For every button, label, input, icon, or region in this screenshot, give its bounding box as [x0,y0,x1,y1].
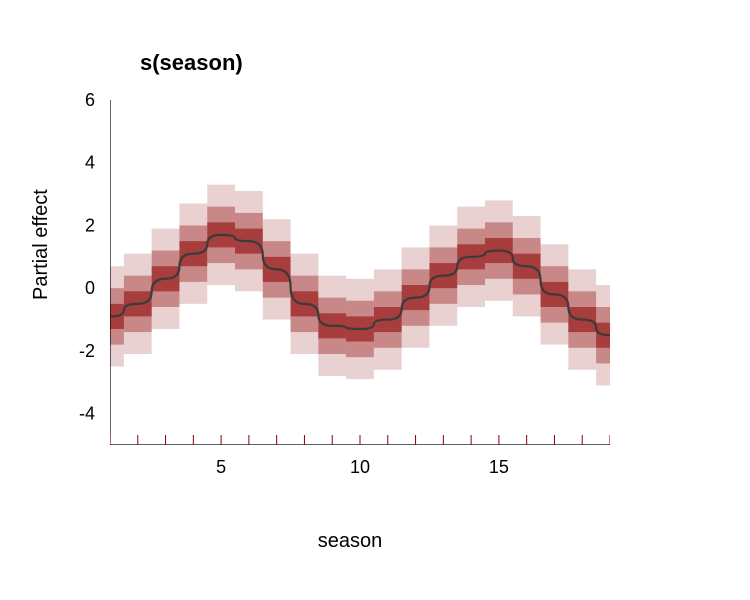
x-tick-label: 10 [350,457,370,477]
chart-container: s(season) Partial effect season -4-20246… [0,0,750,600]
x-tick-labels: 5 10 15 [0,0,750,600]
x-tick-label: 5 [216,457,226,477]
x-tick-label: 15 [489,457,509,477]
